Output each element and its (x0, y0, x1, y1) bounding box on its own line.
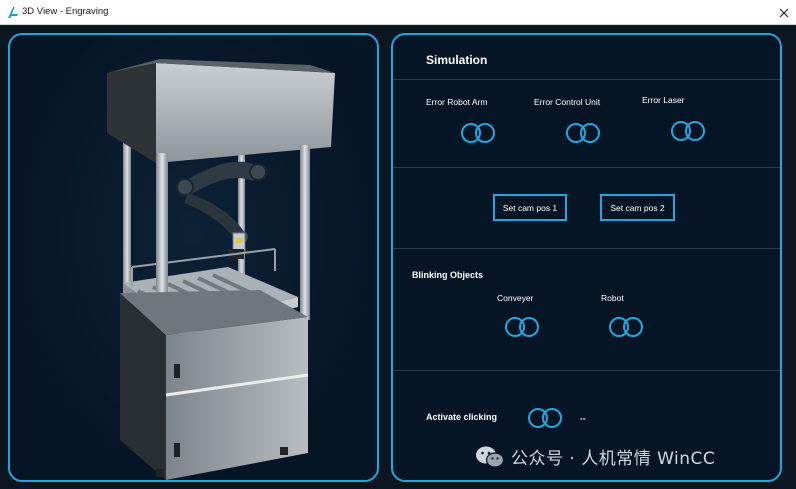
app-logo-icon (8, 7, 18, 18)
activate-clicking-toggle[interactable] (528, 408, 562, 428)
error-laser-toggle[interactable] (671, 121, 705, 141)
set-cam-pos-2-button[interactable]: Set cam pos 2 (600, 194, 675, 221)
window-title: 3D View - Engraving (22, 6, 109, 17)
error-robot-arm-label: Error Robot Arm (426, 97, 488, 107)
divider (393, 370, 780, 371)
blink-conveyer-toggle[interactable] (505, 317, 539, 337)
divider (393, 248, 780, 249)
watermark-text: 公众号 · 人机常情 WinCC (511, 449, 716, 469)
robot-label: Robot (601, 293, 624, 303)
close-icon (779, 8, 789, 18)
error-control-unit-label: Error Control Unit (534, 97, 601, 107)
activate-clicking-value: -- (580, 413, 586, 423)
conveyer-label: Conveyer (497, 293, 534, 303)
error-laser-label: Error Laser (642, 95, 685, 105)
close-button[interactable] (774, 3, 794, 23)
error-control-unit-toggle[interactable] (566, 123, 600, 143)
watermark: 公众号 · 人机常情 WinCC (475, 444, 715, 469)
activate-clicking-label: Activate clicking (426, 412, 498, 422)
simulation-title: Simulation (426, 53, 488, 67)
error-robot-arm-toggle[interactable] (461, 123, 495, 143)
workspace: Simulation Error Robot Arm Error Control… (0, 25, 796, 489)
title-bar: 3D View - Engraving (0, 0, 796, 25)
wechat-icon (476, 446, 505, 468)
3d-viewport[interactable] (8, 33, 379, 482)
blinking-objects-title: Blinking Objects (412, 270, 484, 280)
simulation-controls-panel: Simulation Error Robot Arm Error Control… (391, 33, 782, 482)
divider (393, 79, 780, 80)
engraving-machine-model (107, 59, 335, 480)
divider (393, 167, 780, 168)
blink-robot-toggle[interactable] (609, 317, 643, 337)
set-cam-pos-1-button[interactable]: Set cam pos 1 (493, 194, 567, 221)
